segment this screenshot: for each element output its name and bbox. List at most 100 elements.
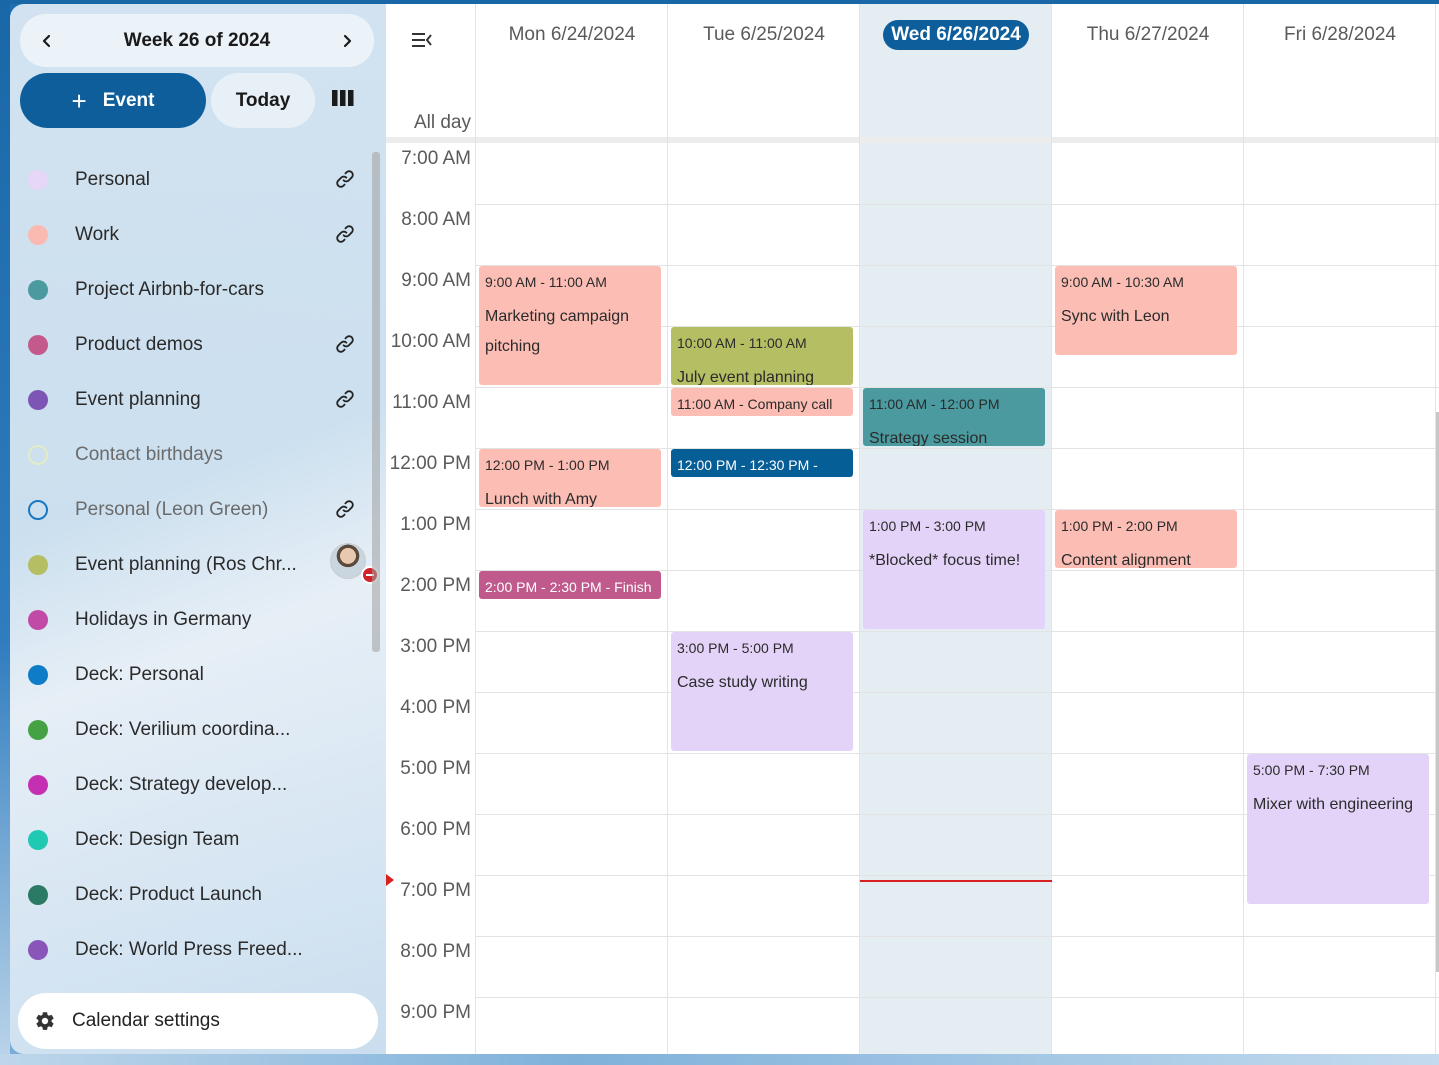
hour-label: 1:00 PM [400, 514, 471, 535]
calendar-event[interactable]: 5:00 PM - 7:30 PM Mixer with engineering [1247, 754, 1429, 904]
calendar-item[interactable]: Work [28, 215, 358, 255]
chevron-right-icon [343, 34, 352, 47]
calendar-color-dot[interactable] [28, 170, 48, 190]
calendar-item-label: Project Airbnb-for-cars [75, 279, 265, 300]
calendar-color-dot[interactable] [28, 720, 48, 740]
calendar-item[interactable]: Deck: Strategy develop... [28, 765, 358, 805]
day-header[interactable]: Thu 6/27/2024 [1052, 24, 1244, 46]
day-header[interactable]: Fri 6/28/2024 [1244, 24, 1436, 46]
hour-gridline [476, 631, 1439, 632]
day-header-label: Fri 6/28/2024 [1284, 24, 1396, 45]
calendar-item-label: Holidays in Germany [75, 609, 252, 630]
view-switcher-button[interactable] [332, 90, 360, 112]
calendar-item[interactable]: Contact birthdays [28, 435, 358, 475]
share-link-icon[interactable] [334, 223, 358, 247]
calendar-color-dot[interactable] [28, 610, 48, 630]
calendar-item[interactable]: Deck: Personal [28, 655, 358, 695]
calendar-color-dot[interactable] [28, 500, 48, 520]
calendar-color-dot[interactable] [28, 390, 48, 410]
calendar-item[interactable]: Deck: Product Launch [28, 875, 358, 915]
hour-label: 8:00 PM [400, 941, 471, 962]
all-day-label: All day [413, 112, 471, 133]
calendar-event[interactable]: 11:00 AM - 12:00 PM Strategy session [863, 388, 1045, 446]
calendar-item[interactable]: Event planning [28, 380, 358, 420]
day-header-today[interactable]: Wed 6/26/2024 [860, 20, 1052, 50]
calendar-color-dot[interactable] [28, 940, 48, 960]
share-link-icon[interactable] [334, 333, 358, 357]
event-time: 12:00 PM - 12:30 PM - [677, 457, 818, 473]
calendar-color-dot[interactable] [28, 665, 48, 685]
event-time: 5:00 PM - 7:30 PM [1253, 762, 1370, 778]
calendar-item[interactable]: Project Airbnb-for-cars [28, 270, 358, 310]
left-accent-edge [0, 0, 10, 1065]
chevron-left-icon [42, 34, 51, 47]
event-time: 11:00 AM - Company call [677, 396, 833, 412]
day-column-divider [475, 4, 476, 1054]
share-link-icon[interactable] [334, 168, 358, 192]
hour-label: 4:00 PM [400, 697, 471, 718]
calendar-settings-button[interactable]: Calendar settings [18, 993, 378, 1049]
calendar-item-label: Contact birthdays [75, 444, 223, 465]
hour-gridline [476, 204, 1439, 205]
shared-user-avatar[interactable] [330, 543, 379, 584]
calendar-color-dot[interactable] [28, 225, 48, 245]
calendar-item[interactable]: Product demos [28, 325, 358, 365]
event-time: 3:00 PM - 5:00 PM [677, 640, 794, 656]
calendar-item[interactable]: Deck: World Press Freed... [28, 930, 358, 970]
hour-label: 2:00 PM [400, 575, 471, 596]
calendar-item[interactable]: Deck: Design Team [28, 820, 358, 860]
today-button[interactable]: Today [211, 73, 315, 128]
calendar-color-dot[interactable] [28, 555, 48, 575]
calendar-event[interactable]: 1:00 PM - 3:00 PM *Blocked* focus time! [863, 510, 1045, 629]
calendar-event[interactable]: 1:00 PM - 2:00 PM Content alignment [1055, 510, 1237, 568]
day-header-label: Mon 6/24/2024 [508, 24, 636, 45]
event-time: 10:00 AM - 11:00 AM [677, 335, 807, 351]
calendar-item-label: Product demos [75, 334, 203, 355]
next-week-button[interactable] [334, 28, 360, 54]
event-title: Content alignment [1061, 552, 1191, 568]
hour-gridline [476, 692, 1439, 693]
calendar-event[interactable]: 2:00 PM - 2:30 PM - Finish [479, 571, 661, 599]
gear-icon [36, 1012, 54, 1030]
calendar-event[interactable]: 9:00 AM - 11:00 AM Marketing campaign pit… [479, 266, 661, 385]
calendar-color-dot[interactable] [28, 775, 48, 795]
calendar-event[interactable]: 9:00 AM - 10:30 AM Sync with Leon [1055, 266, 1237, 355]
day-header-label: Tue 6/25/2024 [703, 24, 825, 45]
calendar-item[interactable]: Personal (Leon Green) [28, 490, 358, 530]
previous-week-button[interactable] [34, 28, 60, 54]
calendar-item-label: Deck: Strategy develop... [75, 774, 288, 795]
hour-label: 9:00 PM [400, 1002, 471, 1023]
bottom-accent-strip [0, 1054, 1439, 1065]
plus-icon: + [71, 85, 87, 116]
calendar-item[interactable]: Deck: Verilium coordina... [28, 710, 358, 750]
calendar-item-label: Deck: Product Launch [75, 884, 262, 905]
calendar-item[interactable]: Event planning (Ros Chr... [28, 543, 379, 585]
calendar-event[interactable]: 11:00 AM - Company call [671, 388, 853, 416]
calendar-item[interactable]: Personal [28, 160, 358, 200]
calendar-color-dot[interactable] [28, 830, 48, 850]
week-title: Week 26 of 2024 [123, 29, 271, 51]
calendar-color-dot[interactable] [28, 335, 48, 355]
calendar-color-dot[interactable] [28, 280, 48, 300]
calendar-event[interactable]: 10:00 AM - 11:00 AM July event planning [671, 327, 853, 385]
calendar-color-dot[interactable] [28, 445, 48, 465]
menu-collapse-icon [412, 33, 432, 47]
calendar-event[interactable]: 12:00 PM - 1:00 PM Lunch with Amy [479, 449, 661, 507]
calendar-event[interactable]: 12:00 PM - 12:30 PM - [671, 449, 853, 477]
day-header[interactable]: Tue 6/25/2024 [668, 24, 860, 46]
share-link-icon[interactable] [334, 388, 358, 412]
calendar-item-label: Event planning [75, 389, 201, 410]
sidebar: Week 26 of 2024 + Event Today Personal Wo… [10, 4, 386, 1054]
share-link-icon[interactable] [334, 498, 358, 522]
current-time-marker [386, 874, 394, 886]
calendar-item-label: Deck: Personal [75, 664, 204, 685]
week-navigator: Week 26 of 2024 [20, 14, 374, 67]
day-header[interactable]: Mon 6/24/2024 [476, 24, 668, 46]
event-title: Lunch with Amy [485, 491, 598, 507]
calendar-event[interactable]: 3:00 PM - 5:00 PM Case study writing [671, 632, 853, 751]
toggle-sidebar-button[interactable] [412, 31, 434, 53]
calendar-item[interactable]: Holidays in Germany [28, 600, 358, 640]
new-event-button[interactable]: + Event [20, 73, 206, 128]
sidebar-scrollbar[interactable] [372, 152, 380, 652]
calendar-color-dot[interactable] [28, 885, 48, 905]
